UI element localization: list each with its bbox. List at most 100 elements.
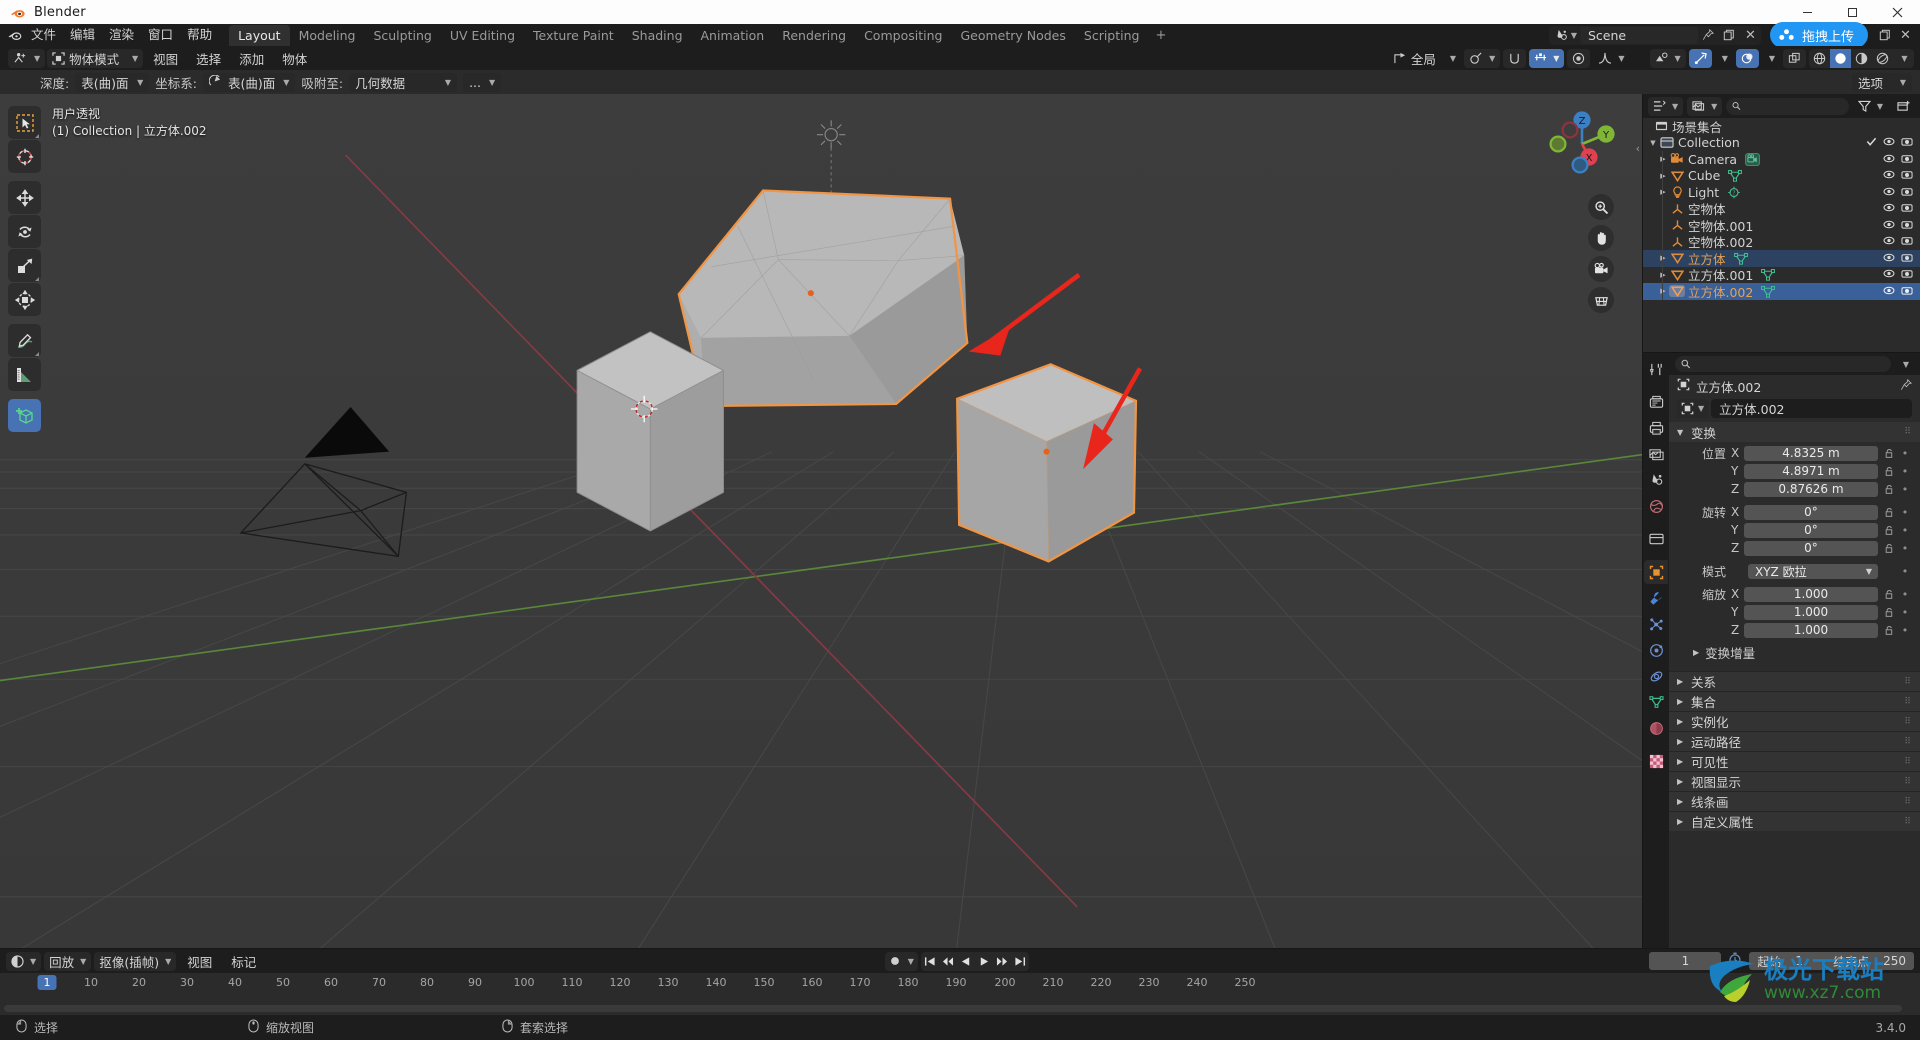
- tab-collection-properties[interactable]: [1644, 527, 1668, 551]
- object-id-type-button[interactable]: ▼: [1677, 399, 1709, 418]
- panel-line-art[interactable]: ▶ 线条画 ⠿: [1669, 791, 1920, 811]
- scale-x-value[interactable]: 1.000: [1744, 586, 1878, 602]
- lock-icon[interactable]: [1882, 543, 1896, 554]
- frame-range-fields[interactable]: 起始 1 结束点 250: [1749, 952, 1914, 970]
- eye-icon[interactable]: [1883, 251, 1895, 266]
- shading-rendered-button[interactable]: [1872, 49, 1893, 68]
- xray-toggle-button[interactable]: [1783, 48, 1806, 68]
- camera-render-icon[interactable]: [1901, 218, 1913, 233]
- panel-visibility[interactable]: ▶ 可见性 ⠿: [1669, 751, 1920, 771]
- pan-hand-icon[interactable]: [1588, 225, 1614, 251]
- tab-viewlayer-properties[interactable]: [1644, 442, 1668, 466]
- sidebar-collapse-arrow[interactable]: ‹: [1636, 142, 1640, 155]
- shading-options-dropdown[interactable]: ▼: [1893, 49, 1914, 68]
- tool-measure[interactable]: [8, 358, 41, 391]
- camera-render-icon[interactable]: [1901, 201, 1913, 216]
- timeline-menu-view[interactable]: 视图: [179, 952, 220, 971]
- eye-icon[interactable]: [1883, 168, 1895, 183]
- mesh-data-icon[interactable]: [1761, 285, 1776, 298]
- expand-triangle[interactable]: ▶: [1657, 155, 1669, 163]
- overlays-toggle-button[interactable]: [1735, 48, 1759, 68]
- properties-search-input[interactable]: [1690, 357, 1885, 371]
- camera-render-icon[interactable]: [1901, 234, 1913, 249]
- outliner-filter-button[interactable]: ▼: [1853, 97, 1888, 116]
- tab-modifier-properties[interactable]: [1644, 586, 1668, 610]
- animate-dot[interactable]: •: [1900, 606, 1910, 619]
- viewport-menu-add[interactable]: 添加: [231, 49, 272, 68]
- animate-dot[interactable]: •: [1900, 542, 1910, 555]
- visibility-selector[interactable]: ▼: [1649, 48, 1686, 68]
- camera-render-icon[interactable]: [1901, 267, 1913, 282]
- camera-render-icon[interactable]: [1901, 135, 1913, 150]
- play-reverse-icon[interactable]: [957, 952, 975, 971]
- eye-icon[interactable]: [1883, 152, 1895, 167]
- eye-icon[interactable]: [1883, 234, 1895, 249]
- viewport-menu-view[interactable]: 视图: [145, 49, 186, 68]
- outliner-row-cube-cn-3[interactable]: ▶ 立方体.002: [1643, 283, 1920, 300]
- eye-icon[interactable]: [1883, 267, 1895, 282]
- shading-solid-button[interactable]: [1830, 48, 1851, 68]
- timeline-editor-type-button[interactable]: ▼: [6, 951, 42, 971]
- camera-render-icon[interactable]: [1901, 168, 1913, 183]
- tab-texture-paint[interactable]: Texture Paint: [524, 25, 623, 46]
- camera-data-icon[interactable]: [1745, 152, 1760, 166]
- location-y-value[interactable]: 4.8971 m: [1744, 463, 1878, 479]
- close-button[interactable]: [1875, 0, 1920, 24]
- snapto-selector[interactable]: 几何数据 ▼: [349, 72, 458, 92]
- animate-dot[interactable]: •: [1900, 565, 1910, 578]
- playhead[interactable]: 1: [37, 975, 57, 990]
- shading-material-button[interactable]: [1851, 49, 1872, 68]
- tab-uv-editing[interactable]: UV Editing: [441, 25, 524, 46]
- current-frame-field[interactable]: 1: [1649, 952, 1722, 970]
- rotation-mode-selector[interactable]: XYZ 欧拉 ▼: [1748, 563, 1878, 579]
- outliner-row-collection[interactable]: ▼ Collection: [1643, 135, 1920, 152]
- camera-render-icon[interactable]: [1901, 152, 1913, 167]
- minimize-button[interactable]: [1785, 0, 1830, 24]
- end-frame-value[interactable]: 250: [1883, 954, 1906, 968]
- tool-annotate[interactable]: [8, 324, 41, 357]
- mesh-data-icon[interactable]: [1733, 252, 1748, 265]
- eye-icon[interactable]: [1883, 218, 1895, 233]
- delete-scene-icon[interactable]: ✕: [1740, 26, 1761, 45]
- checkbox-icon[interactable]: [1866, 135, 1877, 150]
- menu-edit[interactable]: 编辑: [63, 25, 102, 45]
- menu-file[interactable]: 文件: [24, 25, 63, 45]
- menu-render[interactable]: 渲染: [102, 25, 141, 45]
- tab-modeling[interactable]: Modeling: [290, 25, 365, 46]
- animate-dot[interactable]: •: [1900, 588, 1910, 601]
- tab-physics-properties[interactable]: [1644, 638, 1668, 662]
- panel-custom-properties[interactable]: ▶ 自定义属性 ⠿: [1669, 811, 1920, 831]
- lock-icon[interactable]: [1882, 589, 1896, 600]
- viewport-menu-select[interactable]: 选择: [188, 49, 229, 68]
- scene-name-field[interactable]: Scene: [1579, 26, 1698, 44]
- auto-keying-toggle[interactable]: ▼: [884, 951, 918, 971]
- outliner-row-cube-cn-1[interactable]: ▶ 立方体: [1643, 250, 1920, 267]
- object-name-field[interactable]: 立方体.002: [1711, 399, 1912, 418]
- lock-icon[interactable]: [1882, 448, 1896, 459]
- play-icon[interactable]: [975, 952, 993, 971]
- lock-icon[interactable]: [1882, 466, 1896, 477]
- tab-render-properties[interactable]: [1644, 390, 1668, 414]
- tab-scripting[interactable]: Scripting: [1075, 25, 1149, 46]
- tab-layout[interactable]: Layout: [229, 24, 290, 46]
- timeline-ruler[interactable]: 1 10 20 30 40 50 60 70 80 90 100 110 120…: [0, 973, 1920, 993]
- outliner-row-empty-2[interactable]: 空物体.001: [1643, 217, 1920, 234]
- outliner-row-empty-3[interactable]: 空物体.002: [1643, 233, 1920, 250]
- zoom-icon[interactable]: [1588, 194, 1614, 220]
- panel-instancing[interactable]: ▶ 实例化 ⠿: [1669, 711, 1920, 731]
- snap-more-dropdown[interactable]: ... ▼: [463, 72, 502, 92]
- gizmo-options-dropdown[interactable]: ▼: [1715, 49, 1733, 68]
- outliner-row-empty-1[interactable]: 空物体: [1643, 200, 1920, 217]
- location-x-value[interactable]: 4.8325 m: [1744, 445, 1878, 461]
- mesh-data-icon[interactable]: [1728, 169, 1743, 182]
- outliner-tree[interactable]: 场景集合 ▼ Collection Camera Cube Light ? 空物…: [1643, 118, 1920, 352]
- expand-triangle[interactable]: ▶: [1657, 287, 1669, 295]
- eye-icon[interactable]: [1883, 201, 1895, 216]
- falloff-selector[interactable]: ▼: [1593, 49, 1629, 68]
- rotation-x-value[interactable]: 0°: [1744, 504, 1878, 520]
- tab-constraint-properties[interactable]: [1644, 664, 1668, 688]
- menu-help[interactable]: 帮助: [180, 25, 219, 45]
- snap-toggle-button[interactable]: [1503, 48, 1527, 68]
- delete-viewlayer-icon[interactable]: ✕: [1895, 26, 1916, 45]
- tab-object-properties[interactable]: [1644, 560, 1668, 584]
